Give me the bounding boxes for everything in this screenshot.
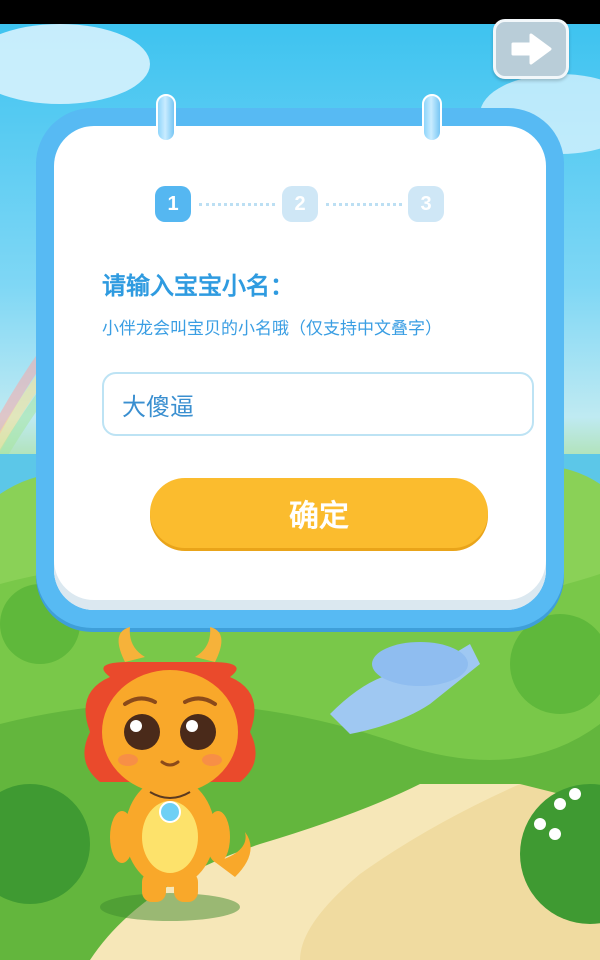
- step-connector: [199, 203, 275, 206]
- step-1-indicator: 1: [155, 186, 191, 222]
- step-connector: [326, 203, 402, 206]
- binder-ring-left: [156, 94, 176, 142]
- next-button[interactable]: [493, 19, 569, 79]
- arrow-right-icon: [511, 33, 552, 65]
- name-card: 1 2 3 请输入宝宝小名： 小伴龙会叫宝贝的小名哦（仅支持中文叠字） 确定: [36, 94, 564, 628]
- step-3-indicator: 3: [408, 186, 444, 222]
- step-2-indicator: 2: [282, 186, 318, 222]
- name-form: 1 2 3 请输入宝宝小名： 小伴龙会叫宝贝的小名哦（仅支持中文叠字） 确定: [54, 126, 546, 610]
- dragon-mascot: [84, 627, 256, 921]
- form-title: 请输入宝宝小名：: [102, 272, 294, 300]
- nickname-input[interactable]: [102, 372, 534, 436]
- confirm-button[interactable]: 确定: [150, 478, 488, 548]
- form-hint: 小伴龙会叫宝贝的小名哦（仅支持中文叠字）: [102, 319, 442, 339]
- binder-ring-right: [422, 94, 442, 142]
